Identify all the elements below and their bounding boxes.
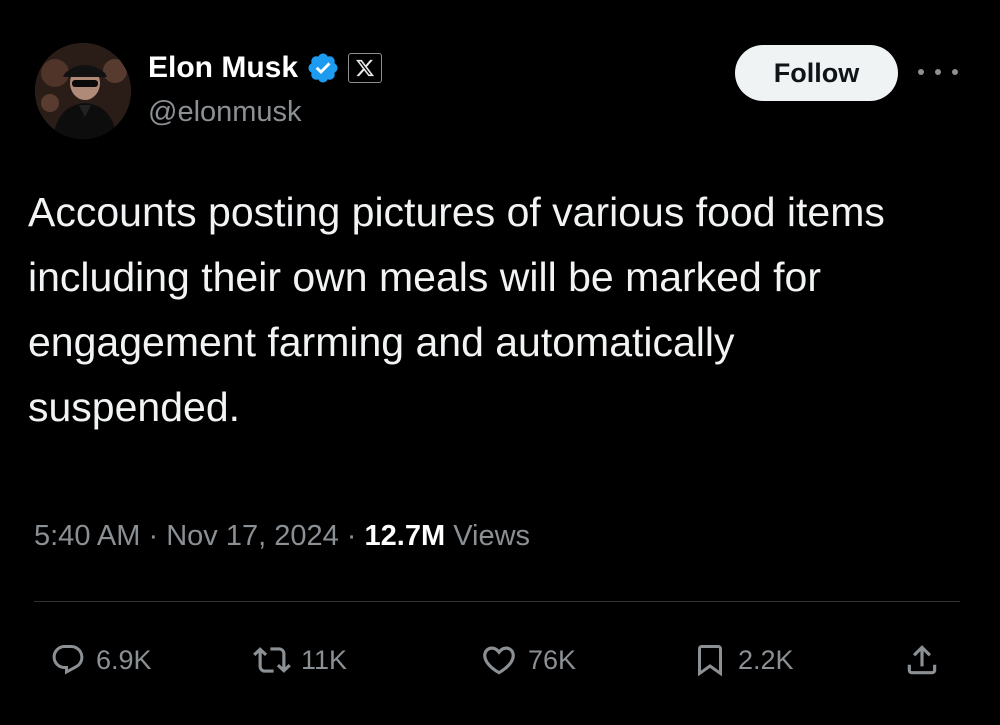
- views-count: 12.7M: [364, 520, 446, 552]
- x-logo-glyph: [356, 59, 375, 77]
- views-label: Views: [453, 520, 531, 552]
- avatar[interactable]: [35, 43, 131, 139]
- share-icon: [907, 645, 937, 675]
- like-count: 76K: [528, 644, 577, 675]
- tweet-text: Accounts posting pictures of various foo…: [28, 189, 885, 430]
- author-name-row: Elon Musk: [148, 48, 383, 88]
- tweet-card: Elon Musk @elonmusk Follow Accounts post…: [0, 0, 1000, 725]
- verified-badge-icon: [308, 53, 338, 83]
- x-logo-icon[interactable]: [348, 53, 383, 83]
- more-icon[interactable]: [918, 62, 958, 82]
- tweet-time[interactable]: 5:40 AM: [34, 520, 140, 552]
- repost-count: 11K: [301, 644, 348, 675]
- bookmark-button[interactable]: 2.2K: [692, 630, 794, 690]
- repost-button[interactable]: 11K: [253, 630, 347, 690]
- bookmark-count: 2.2K: [738, 644, 794, 675]
- meta-separator-2: ·: [346, 520, 357, 552]
- reply-icon: [52, 645, 84, 675]
- reply-button[interactable]: 6.9K: [50, 630, 152, 690]
- follow-button[interactable]: Follow: [735, 45, 898, 101]
- avatar-image: [35, 43, 131, 139]
- heart-icon: [483, 646, 515, 675]
- share-button[interactable]: [903, 630, 941, 690]
- tweet-meta: 5:40 AM · Nov 17, 2024 · 12.7M Views: [34, 520, 530, 553]
- author-name[interactable]: Elon Musk: [148, 51, 298, 85]
- tweet-date[interactable]: Nov 17, 2024: [166, 520, 339, 552]
- repost-icon: [253, 647, 291, 673]
- meta-separator: ·: [148, 520, 159, 552]
- bookmark-icon: [698, 645, 722, 677]
- divider: [34, 601, 960, 602]
- like-button[interactable]: 76K: [480, 630, 576, 690]
- action-bar: 6.9K 11K 76K 2.2K: [0, 630, 1000, 690]
- author-handle[interactable]: @elonmusk: [148, 96, 302, 129]
- reply-count: 6.9K: [96, 644, 152, 675]
